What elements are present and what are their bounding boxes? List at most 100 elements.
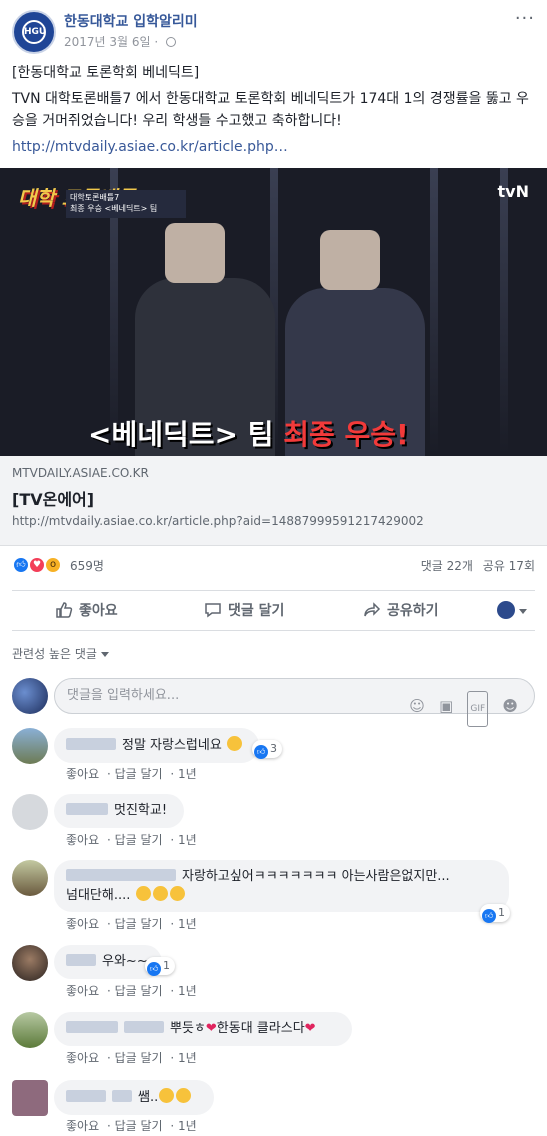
blurred-name[interactable] — [66, 1021, 118, 1033]
laughing-emoji-icon — [159, 1088, 175, 1103]
stage-light — [500, 168, 508, 456]
comment-reply[interactable]: 답글 달기 — [115, 984, 163, 998]
comment-reply[interactable]: 답글 달기 — [115, 1119, 163, 1133]
blurred-tag[interactable] — [124, 1021, 164, 1033]
comment-time[interactable]: 1년 — [178, 1051, 197, 1065]
like-reaction-icon: 👍︎ — [482, 909, 496, 923]
post-body: [한동대학교 토론학회 베네딕트] TVN 대학토론배틀7 에서 한동대학교 토… — [12, 62, 537, 162]
avatar[interactable] — [12, 794, 48, 830]
comment-meta: 좋아요 · 답글 달기 · 1년 — [66, 767, 197, 781]
comment-meta: 좋아요 · 답글 달기 · 1년 — [66, 833, 197, 847]
comment-reaction-count: 1 — [498, 906, 505, 919]
comment-time[interactable]: 1년 — [178, 1119, 197, 1133]
comment-time[interactable]: 1년 — [178, 984, 197, 998]
comment-text: 우와~~ — [102, 954, 148, 969]
more-options-icon[interactable]: ··· — [515, 8, 535, 29]
blurred-name[interactable] — [66, 954, 96, 966]
grinning-emoji-icon — [135, 886, 151, 901]
avatar[interactable] — [12, 945, 48, 981]
page-name[interactable]: 한동대학교 입학알리미 — [64, 11, 198, 31]
comment-icon — [205, 603, 221, 618]
like-reaction-icon: 👍︎ — [147, 962, 161, 976]
post-header: HGU 한동대학교 입학알리미 2017년 3월 6일 · ··· — [0, 0, 547, 60]
image-caption: <베네딕트> 팀 최종 우승! — [88, 413, 409, 453]
page-avatar[interactable]: HGU — [12, 10, 56, 54]
post-date-text[interactable]: 2017년 3월 6일 · — [64, 35, 162, 49]
channel-logo: tvN — [497, 182, 529, 201]
logo-text: HGU — [22, 20, 46, 44]
blurred-name[interactable] — [66, 1090, 106, 1102]
avatar[interactable] — [12, 860, 48, 896]
comment-reactions[interactable]: 👍︎ 1 — [480, 904, 510, 923]
engagement-counts: 댓글 22개 공유 17회 — [415, 557, 535, 574]
avatar[interactable] — [12, 1080, 48, 1116]
avatar — [497, 601, 515, 619]
blurred-tag[interactable] — [112, 1090, 132, 1102]
comment-input[interactable]: 댓글을 입력하세요... ☺ ▣ GIF ☻ — [54, 678, 535, 727]
preview-meta[interactable]: MTVDAILY.ASIAE.CO.KR [TV온에어] http://mtvd… — [0, 456, 547, 546]
blurred-name[interactable] — [66, 803, 108, 815]
post-title-line: [한동대학교 토론학회 베네딕트] — [12, 65, 200, 81]
comment-meta: 좋아요 · 답글 달기 · 1년 — [66, 1119, 197, 1133]
comment-reply[interactable]: 답글 달기 — [115, 833, 163, 847]
comment-reactions[interactable]: 👍︎ 1 — [145, 957, 175, 976]
wow-reaction-icon[interactable]: o — [44, 556, 62, 574]
grinning-emoji-icon — [169, 886, 185, 901]
reaction-count[interactable]: 659명 — [70, 557, 104, 574]
comment-bubble: 정말 자랑스럽네요 — [54, 728, 259, 763]
avatar[interactable] — [12, 728, 48, 764]
preview-image[interactable]: 대학 토론배틀7 대학토론배틀7 최종 우승 <베네딕트> 팀 tvN <베네딕… — [0, 168, 547, 456]
comment-time[interactable]: 1년 — [178, 833, 197, 847]
globe-icon — [166, 37, 177, 47]
post-text: TVN 대학토론배틀7 에서 한동대학교 토론학회 베네딕트가 174대 1의 … — [12, 91, 529, 129]
comment-like[interactable]: 좋아요 — [66, 984, 99, 998]
chevron-down-icon — [519, 609, 527, 614]
action-bar: 좋아요 댓글 달기 공유하기 — [0, 590, 547, 630]
comment-like[interactable]: 좋아요 — [66, 1051, 99, 1065]
share-button[interactable]: 공유하기 — [363, 600, 439, 620]
comment-reply[interactable]: 답글 달기 — [115, 767, 163, 781]
comment-input-placeholder: 댓글을 입력하세요... — [67, 688, 180, 703]
sticker-icon[interactable]: ☻ — [502, 689, 518, 723]
comment-like[interactable]: 좋아요 — [66, 1119, 99, 1133]
preview-url[interactable]: http://mtvdaily.asiae.co.kr/article.php?… — [12, 514, 424, 528]
react-as-selector[interactable] — [497, 601, 527, 619]
comment-text-2: 넘대단해.... — [66, 888, 131, 903]
composer-icons: ☺ ▣ GIF ☻ — [399, 689, 518, 727]
link-preview-card[interactable]: 대학 토론배틀7 대학토론배틀7 최종 우승 <베네딕트> 팀 tvN <베네딕… — [0, 168, 547, 546]
comment-reactions[interactable]: 👍︎ 3 — [252, 740, 282, 759]
sort-label: 관련성 높은 댓글 — [12, 647, 97, 661]
comment-count[interactable]: 댓글 22개 — [421, 559, 473, 573]
share-count[interactable]: 공유 17회 — [483, 559, 535, 573]
comment-reply[interactable]: 답글 달기 — [115, 1051, 163, 1065]
comment-reply[interactable]: 답글 달기 — [115, 917, 163, 931]
comment-meta: 좋아요 · 답글 달기 · 1년 — [66, 984, 197, 998]
blurred-name[interactable] — [66, 738, 116, 750]
comment-composer: 댓글을 입력하세요... ☺ ▣ GIF ☻ — [12, 676, 535, 727]
comment-time[interactable]: 1년 — [178, 917, 197, 931]
post-date[interactable]: 2017년 3월 6일 · — [64, 33, 177, 50]
comment-like[interactable]: 좋아요 — [66, 917, 99, 931]
comment-text: 쌤.. — [138, 1090, 159, 1105]
comment-label: 댓글 달기 — [228, 603, 285, 619]
camera-icon[interactable]: ▣ — [439, 689, 453, 723]
blurred-name[interactable] — [66, 869, 176, 881]
comment-time[interactable]: 1년 — [178, 767, 197, 781]
preview-title[interactable]: [TV온에어] — [12, 486, 94, 510]
comment-button[interactable]: 댓글 달기 — [204, 600, 284, 620]
like-button[interactable]: 좋아요 — [55, 600, 118, 620]
avatar[interactable] — [12, 1012, 48, 1048]
gif-icon[interactable]: GIF — [467, 691, 489, 727]
comment-reaction-count: 3 — [270, 742, 277, 755]
show-sub-2: 최종 우승 <베네딕트> 팀 — [70, 204, 158, 213]
post-link[interactable]: http://mtvdaily.asiae.co.kr/article.php… — [12, 139, 288, 155]
preview-domain: MTVDAILY.ASIAE.CO.KR — [12, 466, 149, 480]
blurred-face — [320, 230, 380, 290]
emoji-icon[interactable]: ☺ — [409, 689, 425, 723]
like-reaction-icon: 👍︎ — [254, 745, 268, 759]
comment-text: 정말 자랑스럽네요 — [122, 738, 222, 753]
comment-meta: 좋아요 · 답글 달기 · 1년 — [66, 1051, 197, 1065]
comment-like[interactable]: 좋아요 — [66, 767, 99, 781]
comment-like[interactable]: 좋아요 — [66, 833, 99, 847]
comment-sort-dropdown[interactable]: 관련성 높은 댓글 — [12, 645, 109, 662]
